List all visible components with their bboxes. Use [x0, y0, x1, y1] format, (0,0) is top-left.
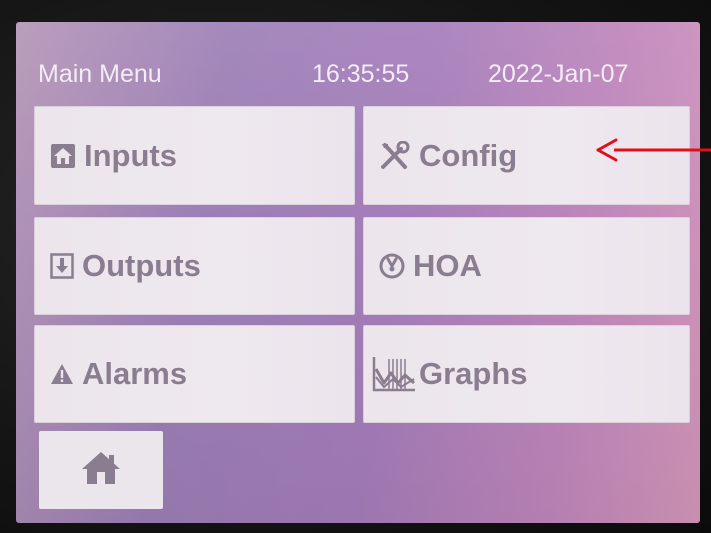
alarms-button[interactable]: Alarms: [34, 325, 355, 423]
hoa-label: HOA: [413, 248, 482, 283]
alarms-label: Alarms: [82, 356, 188, 391]
clock-date: 2022-Jan-07: [488, 60, 629, 88]
download-box-icon: [50, 253, 74, 279]
outputs-button[interactable]: Outputs: [34, 217, 355, 315]
outputs-label: Outputs: [82, 248, 201, 283]
home-button[interactable]: [39, 431, 163, 509]
graph-icon: [371, 355, 417, 393]
home-arrow-up-icon: [50, 143, 76, 169]
home-icon: [80, 450, 122, 491]
header-bar: Main Menu 16:35:55 2022-Jan-07: [16, 54, 700, 94]
warning-triangle-icon: [50, 363, 74, 385]
page-title: Main Menu: [38, 60, 162, 88]
config-label: Config: [419, 137, 518, 173]
clock-time: 16:35:55: [312, 60, 410, 88]
inputs-label: Inputs: [84, 137, 177, 173]
graphs-label: Graphs: [419, 356, 528, 391]
tools-icon: [379, 140, 411, 171]
annotation-arrow-icon: [596, 138, 711, 162]
hoa-button[interactable]: HOA: [363, 217, 690, 315]
inputs-button[interactable]: Inputs: [34, 106, 355, 205]
gauge-icon: [379, 253, 405, 279]
touch-screen: Main Menu 16:35:55 2022-Jan-07 Inputs Co…: [16, 22, 700, 523]
graphs-button[interactable]: Graphs: [363, 325, 690, 423]
